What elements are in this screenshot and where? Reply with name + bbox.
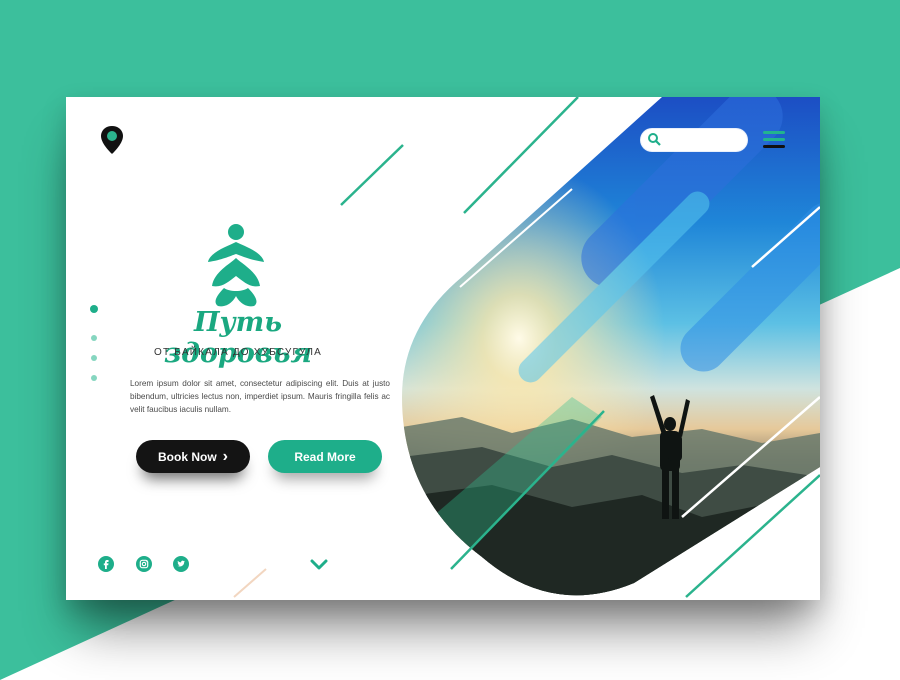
read-more-button[interactable]: Read More xyxy=(268,440,382,473)
landing-card: Путь здоровья ОТ БАЙКАЛА ДО ХУБСУГУЛА Lo… xyxy=(66,97,820,600)
slider-dot[interactable] xyxy=(91,375,97,381)
facebook-icon[interactable] xyxy=(98,556,114,572)
book-now-button[interactable]: Book Now › xyxy=(136,440,250,473)
book-now-label: Book Now xyxy=(158,449,217,464)
search-icon xyxy=(648,133,661,146)
brand-subtitle: ОТ БАЙКАЛА ДО ХУБСУГУЛА xyxy=(154,347,322,358)
yoga-logo-icon xyxy=(208,224,264,307)
menu-icon[interactable] xyxy=(763,131,789,151)
intro-paragraph: Lorem ipsum dolor sit amet, consectetur … xyxy=(130,379,390,414)
location-pin-icon[interactable] xyxy=(99,125,125,155)
search-input[interactable] xyxy=(665,131,745,151)
search-box[interactable] xyxy=(641,129,747,151)
read-more-label: Read More xyxy=(294,449,356,464)
brand-title: Путь здоровья xyxy=(164,307,312,369)
slider-dot-active[interactable] xyxy=(90,305,98,313)
slider-dot[interactable] xyxy=(91,335,97,341)
slider-dot[interactable] xyxy=(91,355,97,361)
twitter-icon[interactable] xyxy=(173,556,189,572)
chevron-down-icon[interactable] xyxy=(310,559,328,571)
chevron-right-icon: › xyxy=(222,447,228,465)
instagram-icon[interactable] xyxy=(136,556,152,572)
